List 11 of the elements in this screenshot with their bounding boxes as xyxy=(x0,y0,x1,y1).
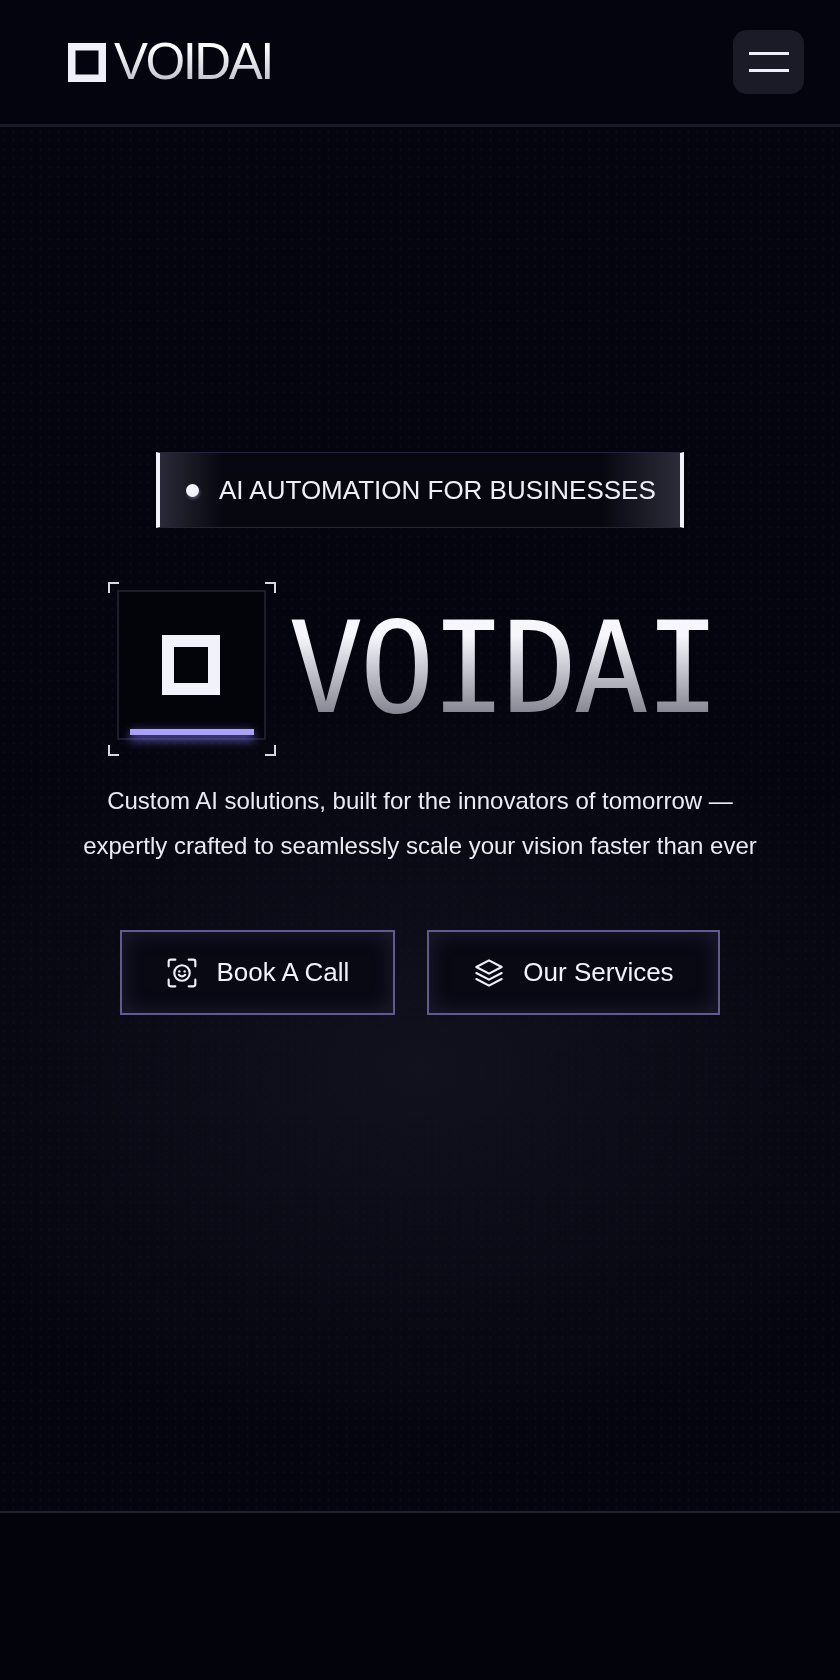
square-logo-icon xyxy=(107,582,276,756)
dot-icon xyxy=(186,483,199,497)
face-scan-icon xyxy=(166,956,199,989)
square-logo-icon xyxy=(68,42,106,82)
layers-icon xyxy=(473,956,506,989)
book-call-button[interactable]: Book A Call xyxy=(120,930,396,1015)
menu-button[interactable] xyxy=(733,30,804,94)
hero-description: Custom AI solutions, built for the innovators of tomorrow — expertly crafted to seamlessly scale your vision faster than ever xyxy=(82,786,758,861)
badge-text: AI AUTOMATION FOR BUSINESSES xyxy=(219,474,656,506)
menu-icon xyxy=(748,52,789,72)
services-button[interactable]: Our Services xyxy=(427,930,720,1015)
